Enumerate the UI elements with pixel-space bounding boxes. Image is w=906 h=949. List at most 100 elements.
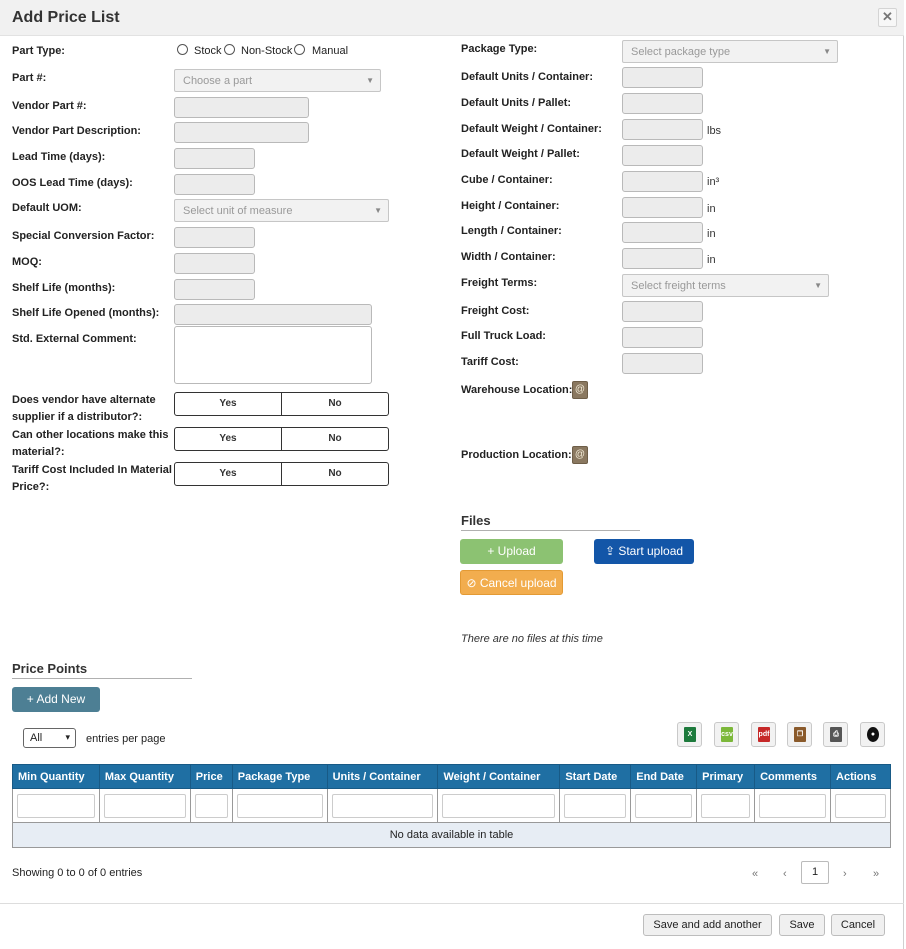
start-upload-button[interactable]: ⇪ Start upload [594,539,694,564]
close-icon[interactable]: ✕ [878,8,897,27]
vendor-desc-input[interactable] [174,122,309,143]
column-header[interactable]: Min Quantity [12,764,100,789]
radio-non-stock[interactable] [224,44,235,55]
column-header[interactable]: Primary [696,764,756,789]
alt-supplier-no-button[interactable]: No [281,393,388,415]
shelf-life-input[interactable] [174,279,255,300]
weight-pallet-input[interactable] [622,145,703,166]
vendor-part-input[interactable] [174,97,309,118]
pagination-last[interactable]: » [873,868,879,880]
height-input[interactable] [622,197,703,218]
filter-input[interactable] [17,793,95,818]
shelf-life-opened-label: Shelf Life Opened (months): [12,307,160,319]
filter-input[interactable] [103,793,186,818]
csv-export-button[interactable]: csv [714,722,739,747]
package-type-label: Package Type: [461,43,538,55]
address-book-icon[interactable]: @ [572,446,588,464]
filter-input[interactable] [442,793,556,818]
pagination-current-page[interactable]: 1 [801,861,829,884]
chevron-down-icon: ▼ [374,206,382,215]
column-header[interactable]: Comments [754,764,832,789]
address-book-icon[interactable]: @ [572,381,588,399]
radio-manual-label: Manual [312,45,349,57]
special-conversion-input[interactable] [174,227,255,248]
freight-cost-input[interactable] [622,301,703,322]
units-pallet-input[interactable] [622,93,703,114]
oos-lead-time-input[interactable] [174,174,255,195]
std-comment-textarea[interactable] [174,326,372,384]
pagination-first[interactable]: « [752,868,758,880]
column-visibility-button[interactable]: ● [860,722,885,747]
no-data-text: No data available in table [12,822,891,848]
column-header[interactable]: Actions [830,764,891,789]
length-input[interactable] [622,222,703,243]
width-input[interactable] [622,248,703,269]
lead-time-input[interactable] [174,148,255,169]
weight-container-unit: lbs [707,125,722,137]
pdf-export-button[interactable]: pdf [751,722,776,747]
freight-terms-select[interactable]: Select freight terms ▼ [622,274,829,297]
filter-input[interactable] [564,793,627,818]
other-locations-no-button[interactable]: No [281,428,388,450]
default-uom-placeholder: Select unit of measure [183,205,293,217]
full-truck-input[interactable] [622,327,703,348]
entries-per-page-select[interactable]: All ▾ [23,728,76,748]
shelf-life-opened-input[interactable] [174,304,372,325]
tariff-included-yes-button[interactable]: Yes [175,463,281,485]
tariff-cost-input[interactable] [622,353,703,374]
print-button[interactable]: ⎙ [823,722,848,747]
vendor-desc-label: Vendor Part Description: [12,125,141,137]
filter-input[interactable] [236,793,323,818]
modal-title: Add Price List [12,9,120,26]
vendor-part-label: Vendor Part #: [12,100,87,112]
weight-container-input[interactable] [622,119,703,140]
weight-container-label: Default Weight / Container: [461,123,602,135]
other-locations-toggle: Yes No [174,427,389,451]
save-and-add-another-button[interactable]: Save and add another [643,914,772,936]
filter-input[interactable] [194,793,228,818]
table-header-row: Min Quantity Max Quantity Price Package … [12,764,891,789]
excel-export-button[interactable]: X [677,722,702,747]
radio-stock[interactable] [177,44,188,55]
add-price-list-modal: Add Price List ✕ Part Type: Stock Non-St… [0,0,904,949]
column-header[interactable]: Max Quantity [98,764,191,789]
units-container-label: Default Units / Container: [461,71,594,83]
column-header[interactable]: Start Date [559,764,632,789]
other-locations-yes-button[interactable]: Yes [175,428,281,450]
pagination-prev[interactable]: ‹ [783,868,787,880]
price-points-table: Min Quantity Max Quantity Price Package … [12,764,891,848]
column-header[interactable]: Weight / Container [437,764,561,789]
cancel-upload-button[interactable]: ⊘ Cancel upload [460,570,563,595]
filter-input[interactable] [759,793,827,818]
csv-icon: csv [721,727,733,742]
column-header[interactable]: Package Type [231,764,328,789]
default-uom-select[interactable]: Select unit of measure ▼ [174,199,389,222]
cube-input[interactable] [622,171,703,192]
filter-input[interactable] [635,793,693,818]
cancel-button[interactable]: Cancel [831,914,885,936]
modal-header: Add Price List ✕ [0,0,904,36]
tariff-included-no-button[interactable]: No [281,463,388,485]
part-number-select[interactable]: Choose a part ▼ [174,69,381,92]
column-header[interactable]: End Date [630,764,698,789]
moq-input[interactable] [174,253,255,274]
full-truck-label: Full Truck Load: [461,330,546,342]
upload-document-button[interactable]: + Upload Document [460,539,563,583]
filter-input[interactable] [835,793,886,818]
add-new-button[interactable]: + Add New [12,687,100,712]
alt-supplier-yes-button[interactable]: Yes [175,393,281,415]
package-type-select[interactable]: Select package type ▼ [622,40,838,63]
column-header[interactable]: Units / Container [326,764,439,789]
copy-button[interactable]: ❐ [787,722,812,747]
save-button[interactable]: Save [779,914,825,936]
units-container-input[interactable] [622,67,703,88]
filter-input[interactable] [331,793,434,818]
pagination-next[interactable]: › [843,868,847,880]
filter-input[interactable] [701,793,751,818]
tariff-included-toggle: Yes No [174,462,389,486]
radio-manual[interactable] [294,44,305,55]
height-unit: in [707,203,716,215]
alt-supplier-label: Does vendor have alternate supplier if a… [12,394,156,423]
column-header[interactable]: Price [189,764,233,789]
copy-icon: ❐ [794,727,806,742]
